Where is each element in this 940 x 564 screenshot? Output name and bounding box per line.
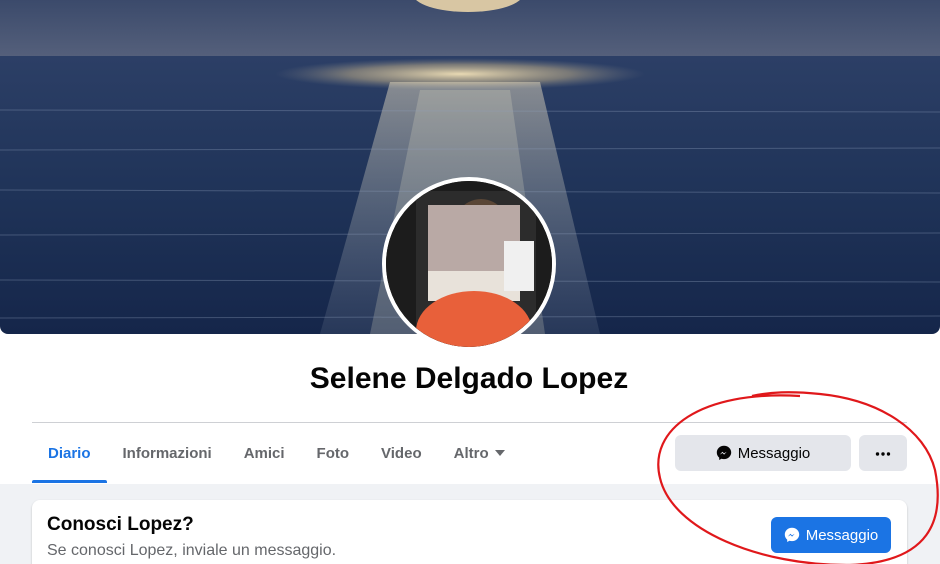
tab-diario[interactable]: Diario	[32, 423, 107, 483]
card-subtitle: Se conosci Lopez, inviale un messaggio.	[47, 542, 337, 559]
tab-altro[interactable]: Altro	[438, 423, 521, 483]
ellipsis-icon	[875, 444, 891, 462]
tab-amici[interactable]: Amici	[228, 423, 301, 483]
profile-name: Selene Delgado Lopez	[309, 362, 629, 395]
tab-label: Diario	[48, 444, 91, 462]
message-button-label: Messaggio	[737, 444, 811, 462]
card-message-button-label: Messaggio	[805, 526, 879, 544]
tab-video[interactable]: Video	[365, 423, 438, 483]
messenger-icon	[784, 527, 800, 543]
card-title: Conosci Lopez?	[47, 514, 194, 535]
profile-tabs: Diario Informazioni Amici Foto Video Alt…	[32, 423, 521, 483]
tab-label: Amici	[243, 444, 285, 462]
tab-label: Video	[381, 444, 422, 462]
more-options-button[interactable]	[859, 435, 907, 471]
profile-header: Selene Delgado Lopez Diario Informazioni…	[0, 0, 940, 484]
caret-down-icon	[494, 450, 505, 456]
messenger-icon	[716, 445, 732, 461]
tab-label: Foto	[316, 444, 350, 462]
tab-foto[interactable]: Foto	[301, 423, 365, 483]
card-message-button[interactable]: Messaggio	[771, 517, 891, 553]
tab-informazioni[interactable]: Informazioni	[107, 423, 228, 483]
message-button[interactable]: Messaggio	[675, 435, 851, 471]
profile-picture[interactable]	[382, 177, 556, 351]
tab-label: Informazioni	[122, 444, 212, 462]
tab-label: Altro	[453, 444, 489, 462]
know-person-card: Conosci Lopez? Se conosci Lopez, inviale…	[32, 500, 907, 564]
